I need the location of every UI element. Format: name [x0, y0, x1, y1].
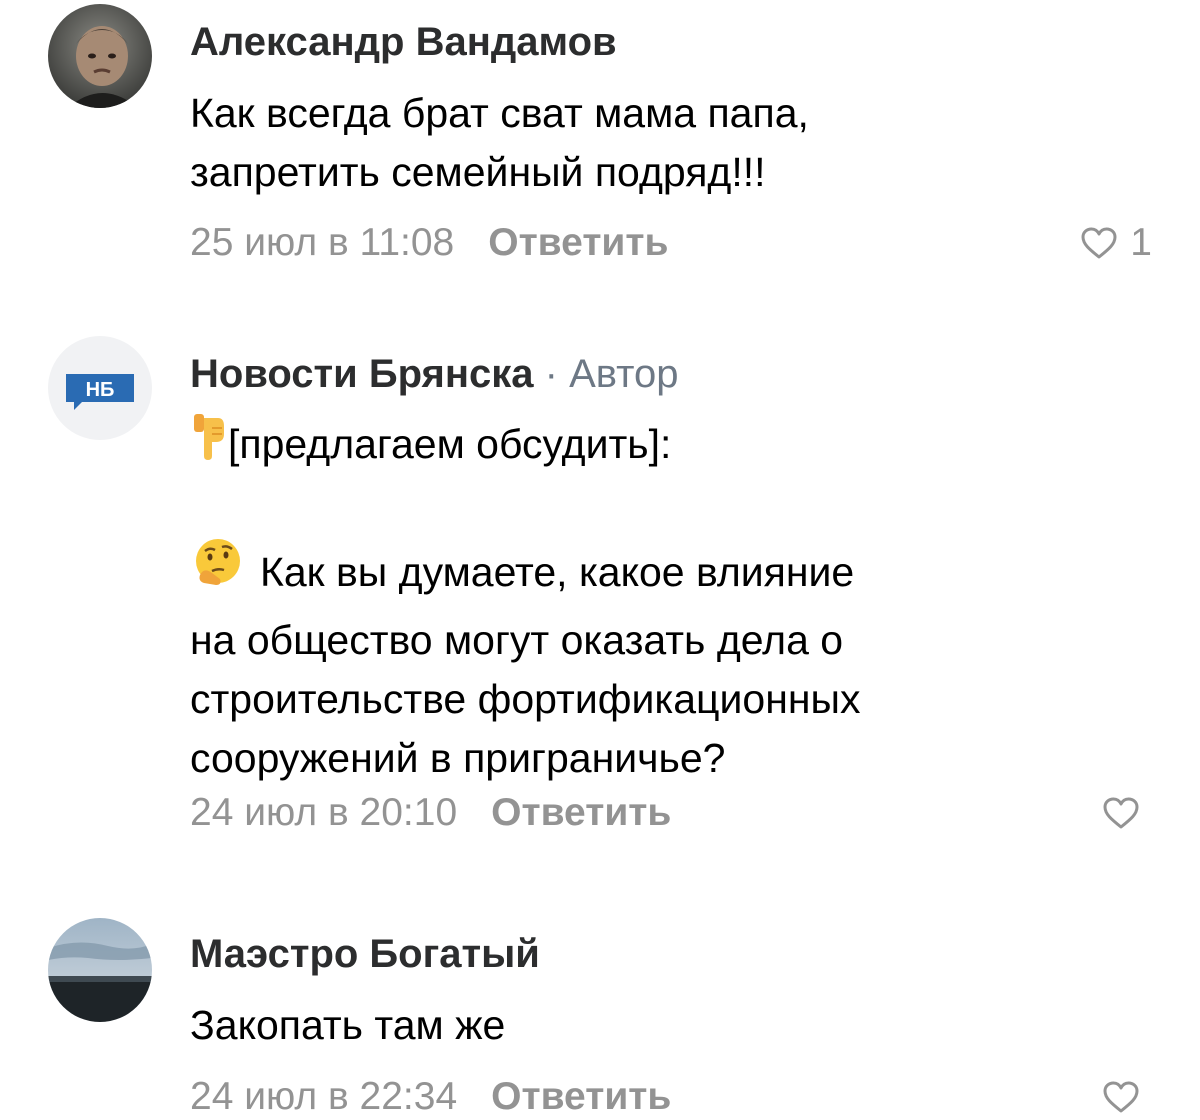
pointing-down-emoji-icon [190, 410, 228, 476]
author-name[interactable]: Маэстро Богатый [190, 932, 540, 976]
comment-meta: 24 июл в 22:34 Ответить [190, 1074, 671, 1120]
group-logo-label: НБ [86, 379, 115, 401]
comment-meta: 25 июл в 11:08 Ответить [190, 220, 668, 266]
comment-text-line: сооружений в приграничье? [190, 735, 726, 781]
landscape-photo-avatar-icon [48, 918, 152, 1022]
comment-text-line: Как всегда брат сват мама папа, [190, 90, 809, 136]
author-name[interactable]: Александр Вандамов [190, 20, 617, 64]
reply-button[interactable]: Ответить [491, 1075, 671, 1118]
avatar[interactable] [48, 4, 152, 108]
comment-date[interactable]: 24 июл в 20:10 [190, 791, 457, 834]
like-button[interactable] [1102, 1074, 1152, 1120]
reply-button[interactable]: Ответить [491, 791, 671, 834]
comment-text-line: Закопать там же [190, 1002, 506, 1048]
author-line: Новости Брянска · Автор [190, 350, 679, 398]
avatar[interactable]: НБ [48, 336, 152, 440]
heart-icon [1103, 797, 1139, 829]
author-line: Маэстро Богатый [190, 930, 540, 978]
comment-text-line: строительстве фортификационных [190, 676, 861, 722]
author-name[interactable]: Новости Брянска [190, 352, 534, 396]
like-count: 1 [1130, 221, 1152, 264]
comment-text-line: Как вы думаете, какое влияние [190, 539, 1090, 611]
comment-text-line: запретить семейный подряд!!! [190, 149, 766, 195]
user-photo-avatar-icon [48, 4, 152, 108]
avatar[interactable] [48, 918, 152, 1022]
comment-text-line: [предлагаем обсудить]: [190, 414, 1090, 480]
reply-button[interactable]: Ответить [488, 221, 668, 264]
author-separator: · [544, 352, 558, 396]
comment-text: Как всегда брат сват мама папа, запретит… [190, 84, 1090, 202]
author-role-badge: Автор [569, 352, 679, 396]
author-line: Александр Вандамов [190, 18, 617, 66]
intro-text: [предлагаем обсудить]: [228, 420, 672, 467]
comment-date[interactable]: 24 июл в 22:34 [190, 1075, 457, 1118]
heart-icon [1103, 1081, 1139, 1113]
heart-icon [1081, 227, 1117, 259]
comment-text-line: на общество могут оказать дела о [190, 617, 844, 663]
like-button[interactable]: 1 [1080, 220, 1152, 266]
comment-text: Закопать там же [190, 996, 1090, 1055]
thinking-face-emoji-icon [190, 535, 246, 607]
question-text-line: Как вы думаете, какое влияние [260, 548, 855, 595]
comment-meta: 24 июл в 20:10 Ответить [190, 790, 671, 836]
comment-text: [предлагаем обсудить]: Как вы думаете, к… [190, 414, 1090, 788]
group-logo-avatar-icon: НБ [48, 336, 152, 440]
like-button[interactable] [1102, 790, 1152, 836]
comment-date[interactable]: 25 июл в 11:08 [190, 221, 454, 264]
